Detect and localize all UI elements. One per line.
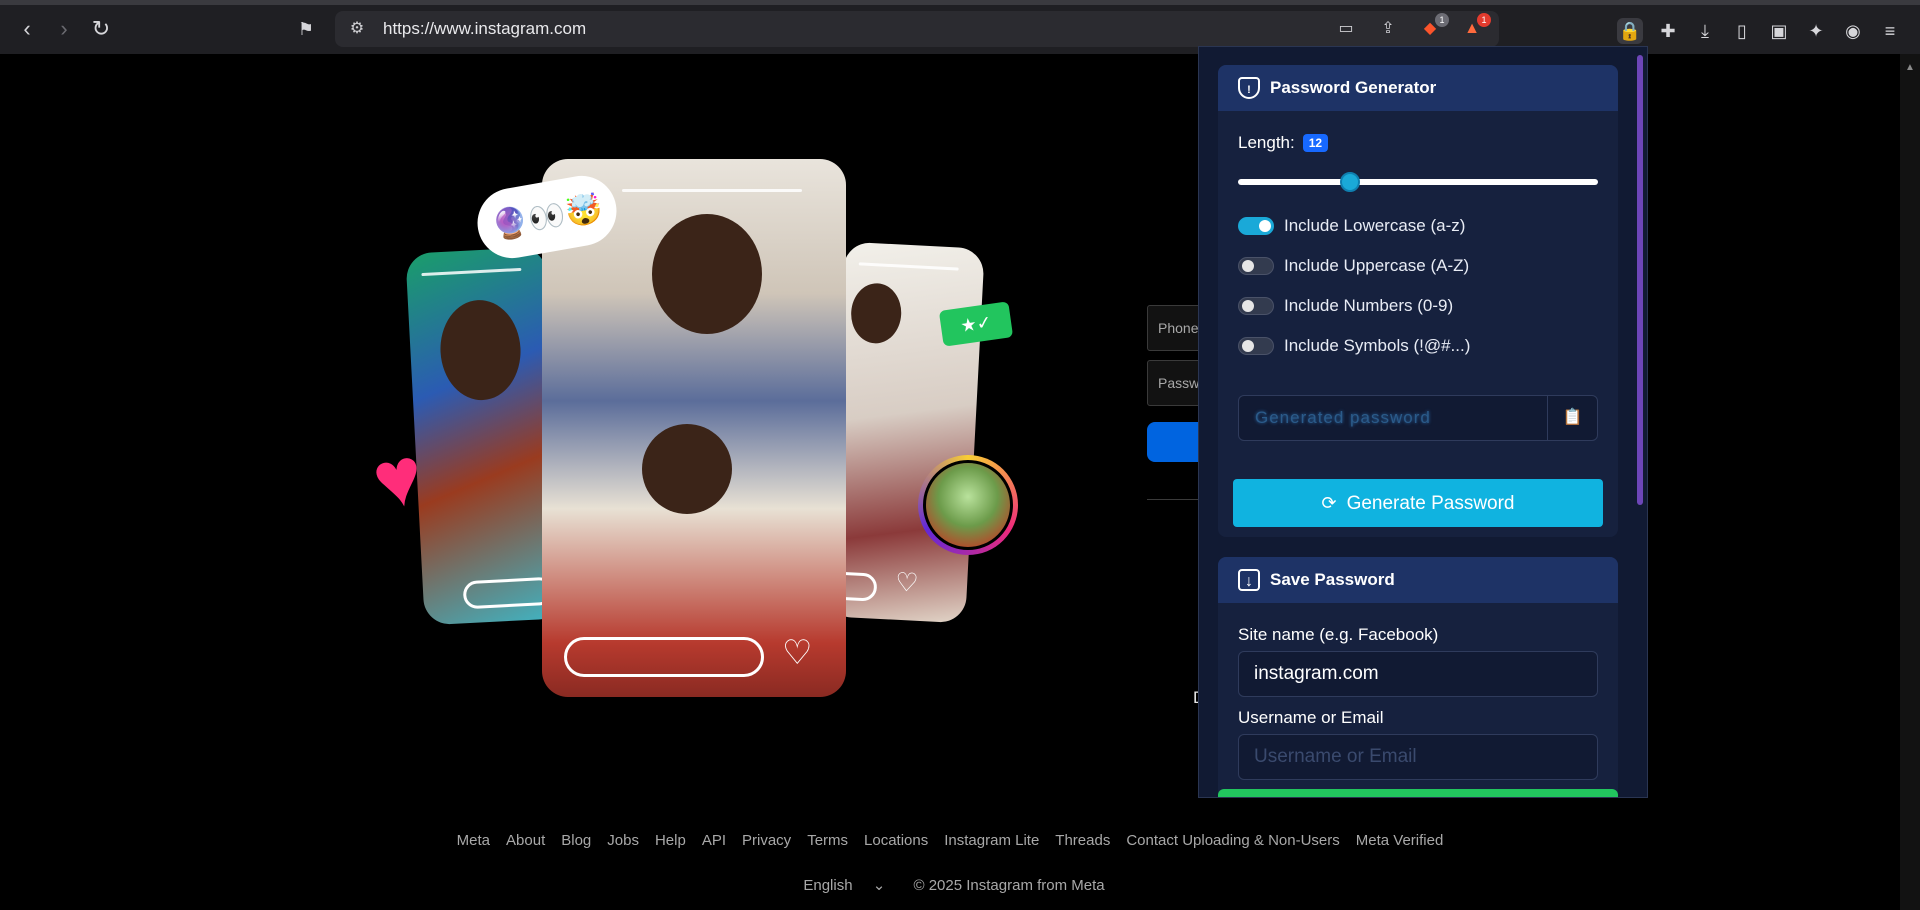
sidebar-icon[interactable]: ▯ [1729, 18, 1755, 44]
share-icon[interactable]: ⇪ [1375, 17, 1401, 41]
shields-badge: 1 [1435, 13, 1449, 27]
footer-link[interactable]: Privacy [742, 832, 791, 849]
footer-link[interactable]: Meta Verified [1356, 832, 1444, 849]
option-toggle[interactable] [1238, 217, 1274, 235]
back-icon[interactable]: ‹ [14, 16, 40, 42]
refresh-icon: ⟳ [1321, 493, 1337, 513]
option-toggle[interactable] [1238, 337, 1274, 355]
download-box-icon: ↓ [1238, 569, 1260, 591]
brave-shields-icon[interactable]: ◆ 1 [1417, 13, 1449, 41]
password-extension-icon[interactable]: 🔒 [1617, 18, 1643, 44]
footer-link[interactable]: API [702, 832, 726, 849]
footer-link[interactable]: Locations [864, 832, 928, 849]
forward-icon[interactable]: › [51, 16, 77, 42]
footer-link[interactable]: Meta [457, 832, 490, 849]
save-title: Save Password [1270, 570, 1395, 589]
popup-scrollbar[interactable] [1637, 55, 1643, 505]
footer-link[interactable]: Threads [1055, 832, 1110, 849]
save-password-card: ↓ Save Password Site name (e.g. Facebook… [1218, 557, 1618, 797]
toggle-knob [1242, 300, 1254, 312]
vpn-icon[interactable]: ◉ [1840, 18, 1866, 44]
url-text[interactable]: https://www.instagram.com [383, 11, 586, 47]
toggle-knob [1259, 220, 1271, 232]
footer-link[interactable]: Instagram Lite [944, 832, 1039, 849]
menu-icon[interactable]: ≡ [1877, 18, 1903, 44]
generator-header: ! Password Generator [1218, 65, 1618, 111]
footer-link[interactable]: Terms [807, 832, 848, 849]
option-row[interactable]: Include Uppercase (A-Z) [1238, 256, 1469, 276]
generate-label: Generate Password [1346, 493, 1515, 514]
footer-bottom: English ⌄ © 2025 Instagram from Meta [0, 876, 1900, 894]
option-label: Include Uppercase (A-Z) [1284, 256, 1470, 275]
story-progress [421, 267, 522, 277]
person-shape [849, 282, 903, 345]
option-toggle[interactable] [1238, 257, 1274, 275]
length-slider[interactable] [1238, 172, 1598, 192]
person-shape [437, 298, 524, 403]
footer-link[interactable]: About [506, 832, 545, 849]
username-label: Username or Email [1238, 708, 1384, 727]
leo-ai-icon[interactable]: ✦ [1803, 18, 1829, 44]
wallet-icon[interactable]: ▣ [1766, 18, 1792, 44]
clipboard-icon[interactable]: 📋 [1547, 396, 1597, 440]
save-button[interactable] [1218, 789, 1618, 797]
reply-pill [564, 637, 764, 677]
story-progress [858, 262, 959, 271]
footer-link[interactable]: Contact Uploading & Non-Users [1126, 832, 1339, 849]
toggle-knob [1242, 340, 1254, 352]
generate-password-button[interactable]: ⟳ Generate Password [1233, 479, 1603, 527]
address-bar[interactable]: ⚙ https://www.instagram.com ▭ ⇪ ◆ 1 ▲ 1 [335, 11, 1499, 47]
toggle-knob [1242, 260, 1254, 272]
reply-pill [462, 576, 554, 610]
phone-image-left [405, 246, 565, 626]
generator-title: Password Generator [1270, 78, 1437, 97]
password-generator-card: ! Password Generator Length: 12 Include … [1218, 65, 1618, 537]
generated-password-field[interactable]: Generated password 📋 [1238, 395, 1598, 441]
language-select[interactable]: English ⌄ [795, 877, 893, 894]
avatar-image [923, 460, 1013, 550]
site-name-label: Site name (e.g. Facebook) [1238, 625, 1439, 644]
footer-link[interactable]: Help [655, 832, 686, 849]
rewards-badge: 1 [1477, 13, 1491, 27]
length-row: Length: 12 [1238, 133, 1329, 153]
option-row[interactable]: Include Numbers (0-9) [1238, 296, 1453, 316]
option-toggle[interactable] [1238, 297, 1274, 315]
language-label: English [803, 877, 853, 894]
reload-icon[interactable]: ↻ [88, 16, 114, 42]
bookmark-icon[interactable]: ⚑ [296, 19, 316, 43]
option-row[interactable]: Include Lowercase (a-z) [1238, 216, 1465, 236]
footer-link[interactable]: Blog [561, 832, 591, 849]
extensions-icon[interactable]: ✚ [1655, 18, 1681, 44]
brave-rewards-icon[interactable]: ▲ 1 [1459, 13, 1491, 41]
install-app-icon[interactable]: ▭ [1333, 17, 1359, 41]
page-scrollbar[interactable]: ▲ [1900, 54, 1920, 910]
shield-icon: ! [1238, 77, 1260, 99]
site-name-input[interactable]: instagram.com [1238, 651, 1598, 697]
password-manager-popup: ! Password Generator Length: 12 Include … [1198, 46, 1648, 798]
site-settings-icon[interactable]: ⚙ [345, 17, 369, 41]
footer-links: Meta About Blog Jobs Help API Privacy Terms Loca… [0, 832, 1900, 849]
heart-outline-icon: ♡ [782, 634, 813, 672]
copyright: © 2025 Instagram from Meta [913, 877, 1105, 894]
heart-outline-icon: ♡ [894, 566, 920, 598]
chevron-down-icon: ⌄ [872, 877, 886, 894]
scroll-up-icon[interactable]: ▲ [1900, 62, 1920, 73]
story-avatar [918, 455, 1018, 555]
option-label: Include Lowercase (a-z) [1284, 216, 1466, 235]
username-input[interactable]: Username or Email [1238, 734, 1598, 780]
story-progress [622, 189, 802, 192]
person-shape [642, 424, 732, 514]
length-label: Length: [1238, 133, 1295, 152]
slider-thumb[interactable] [1340, 172, 1360, 192]
phone-image-right: ♡ [825, 241, 985, 624]
footer-link[interactable]: Jobs [607, 832, 639, 849]
option-label: Include Numbers (0-9) [1284, 296, 1454, 315]
length-value-badge: 12 [1302, 134, 1329, 152]
generated-password-placeholder: Generated password [1255, 408, 1431, 427]
person-shape [652, 214, 762, 334]
download-icon[interactable]: ⤓ [1692, 18, 1718, 44]
option-row[interactable]: Include Symbols (!@#...) [1238, 336, 1470, 356]
option-label: Include Symbols (!@#...) [1284, 336, 1471, 355]
save-header: ↓ Save Password [1218, 557, 1618, 603]
